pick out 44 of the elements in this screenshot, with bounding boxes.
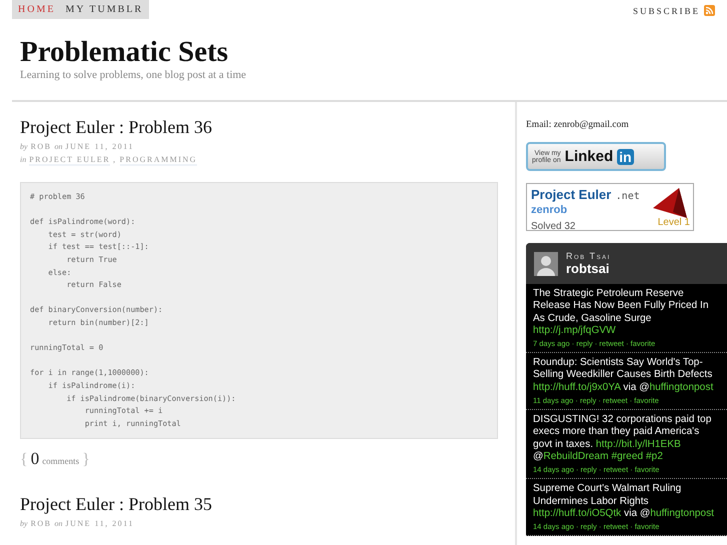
tweet-text: Roundup: Scientists Say World's Top-Selling Weedkiller Causes Birth Defects http://huff.to/j9x0YA via @huffingtonpost <box>533 357 714 394</box>
tweet-link[interactable]: http://huff.to/j9x0YA <box>533 382 620 393</box>
tweet-link[interactable]: #greed <box>611 450 644 462</box>
brace-mark: } <box>82 451 90 470</box>
brace-mark: { <box>20 451 28 470</box>
comments-link[interactable]: comments <box>42 456 80 466</box>
rss-icon[interactable] <box>704 5 715 16</box>
nav-link[interactable]: MY TUMBLR <box>65 4 144 15</box>
euler-badge[interactable]: Project Euler .net zenrob Solved 32 Level 1 <box>526 183 694 231</box>
post-date: JUNE 11, 2011 <box>66 519 134 528</box>
avatar-icon <box>534 252 558 276</box>
tweet-link[interactable]: RebuildDream <box>543 450 608 462</box>
comment-count[interactable]: 0 <box>30 449 40 470</box>
category-label: in <box>20 155 26 166</box>
separator-text: , <box>113 155 117 166</box>
tweet-link[interactable]: #p2 <box>646 450 663 462</box>
nav-link[interactable]: HOME <box>18 4 56 15</box>
post-date: JUNE 11, 2011 <box>66 142 134 151</box>
post-title[interactable]: Project Euler : Problem 36 <box>20 116 498 138</box>
blog-tagline: Learning to solve problems, one blog post at a time <box>20 69 248 81</box>
date-label: on <box>54 519 63 528</box>
pyramid-icon <box>653 188 687 218</box>
subscribe-link[interactable]: SUBSCRIBE <box>632 6 700 16</box>
badge-solved: Solved 32 <box>531 221 576 232</box>
tweet-link[interactable]: huffingtonpost <box>649 382 714 393</box>
badge-level: Level 1 <box>658 217 690 228</box>
byline-label: by <box>20 142 28 151</box>
tweet-link[interactable]: http://huff.to/iO5Qtk <box>533 508 622 519</box>
email-text: Email: zenrob@gmail.com <box>526 120 630 130</box>
twitter-name: Rob Tsai <box>566 251 611 261</box>
tweet-link[interactable]: http://bit.ly/lH1EKB <box>596 438 681 450</box>
date-label: on <box>54 142 63 151</box>
badge-title: Project Euler <box>531 187 612 202</box>
byline-label: by <box>20 519 28 528</box>
tweet-link[interactable]: huffingtonpost <box>650 508 714 519</box>
tweet-text: DISGUSTING! 32 corporations paid top execs more than they paid America's govt in taxes. http://bit.ly/lH1EKB @RebuildDream #greed #p2 <box>533 414 712 464</box>
tweet-link[interactable]: http://j.mp/jfqGVW <box>533 324 616 336</box>
tweet-text: The Strategic Petroleum Reserve Release Has Now Been Fully Priced In As Crude, Gasoline Surge http://j.mp/jfqGVW <box>533 288 710 338</box>
twitter-handle[interactable]: robtsai <box>566 261 611 276</box>
tweet-text: Supreme Court's Walmart Ruling Undermines Labor Rights http://huff.to/iO5Qtk via @huffingtonpost <box>533 483 716 520</box>
badge-username: zenrob <box>531 204 568 216</box>
blog-title[interactable]: Problematic Sets <box>20 35 707 69</box>
post-title[interactable]: Project Euler : Problem 35 <box>20 493 498 516</box>
badge-suffix: .net <box>616 191 640 202</box>
